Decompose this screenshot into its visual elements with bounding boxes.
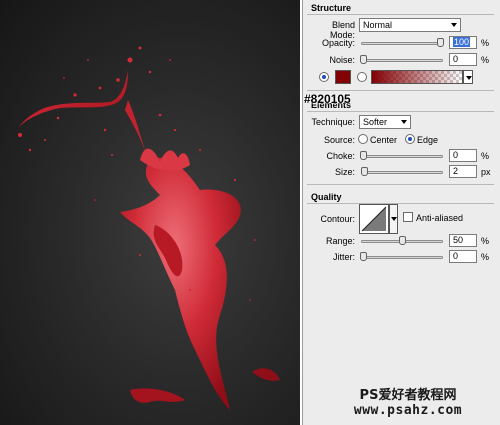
choke-input[interactable]: 0 — [449, 149, 477, 162]
opacity-label: Opacity: — [321, 38, 355, 48]
contour-curve-icon — [361, 206, 387, 232]
source-center-label: Center — [370, 135, 398, 145]
splash-fragment-right — [252, 368, 280, 381]
size-unit: px — [481, 167, 491, 177]
contour-picker-button[interactable] — [389, 204, 398, 234]
anti-aliased-label: Anti-aliased — [416, 213, 464, 223]
gradient-picker-button[interactable] — [463, 70, 473, 84]
section-divider — [307, 184, 494, 185]
choke-unit: % — [481, 151, 490, 161]
noise-label: Noise: — [329, 55, 355, 65]
quality-divider — [307, 203, 494, 204]
technique-dropdown[interactable]: Softer — [359, 115, 411, 129]
size-slider-knob[interactable] — [361, 167, 368, 176]
opacity-unit: % — [481, 38, 490, 48]
gradient-preview[interactable] — [371, 70, 463, 84]
section-divider — [307, 90, 494, 91]
chevron-down-icon — [401, 120, 407, 124]
watermark-line-1: PS爱好者教程网 — [359, 388, 457, 403]
opacity-value: 100 — [453, 37, 471, 47]
anti-aliased-checkbox[interactable] — [403, 212, 413, 222]
source-edge-radio[interactable] — [405, 134, 415, 144]
contour-preview[interactable] — [359, 204, 389, 234]
image-canvas[interactable] — [0, 0, 300, 425]
technique-label: Technique: — [311, 117, 355, 127]
splash-fragment-bottom — [130, 388, 185, 403]
opacity-input[interactable]: 100 — [449, 36, 477, 49]
jitter-unit: % — [481, 252, 490, 262]
blend-mode-value: Normal — [363, 20, 393, 30]
choke-slider-knob[interactable] — [360, 151, 367, 160]
watermark: PS爱好者教程网 www.psahz.com — [318, 384, 498, 418]
color-swatch[interactable] — [335, 70, 351, 84]
jitter-input[interactable]: 0 — [449, 250, 477, 263]
chevron-down-icon — [466, 76, 472, 80]
solid-color-radio[interactable] — [319, 72, 329, 82]
range-input[interactable]: 50 — [449, 234, 477, 247]
range-unit: % — [481, 236, 490, 246]
jitter-slider-track[interactable] — [361, 256, 443, 259]
choke-label: Choke: — [326, 151, 355, 161]
noise-unit: % — [481, 55, 490, 65]
structure-heading: Structure — [311, 3, 352, 13]
color-hex-readout: #820105 — [304, 92, 351, 106]
noise-slider-track[interactable] — [361, 59, 443, 62]
watermark-line-2: www.psahz.com — [353, 403, 463, 418]
gradient-radio[interactable] — [357, 72, 367, 82]
splash-body — [120, 157, 241, 410]
blend-mode-label: Blend Mode: — [329, 20, 355, 40]
noise-input[interactable]: 0 — [449, 53, 477, 66]
size-slider-track[interactable] — [361, 171, 443, 174]
paint-splash-artwork — [18, 46, 280, 410]
source-edge-label: Edge — [417, 135, 439, 145]
blend-mode-dropdown[interactable]: Normal — [359, 18, 461, 32]
opacity-slider-track[interactable] — [361, 42, 443, 45]
jitter-label: Jitter: — [332, 252, 355, 262]
range-label: Range: — [325, 236, 355, 246]
chevron-down-icon — [451, 23, 457, 27]
opacity-slider-knob[interactable] — [437, 38, 444, 47]
size-input[interactable]: 2 — [449, 165, 477, 178]
structure-divider — [307, 14, 494, 15]
contour-label: Contour: — [320, 214, 355, 224]
chevron-down-icon — [391, 217, 397, 221]
elements-divider — [307, 111, 494, 112]
source-label: Source: — [323, 135, 355, 145]
size-label: Size: — [334, 167, 355, 177]
technique-value: Softer — [363, 117, 388, 127]
layer-style-panel: Structure Blend Mode: Normal Opacity: 10… — [302, 0, 500, 425]
choke-slider-track[interactable] — [361, 155, 443, 158]
jitter-slider-knob[interactable] — [360, 252, 367, 261]
quality-heading: Quality — [311, 192, 342, 202]
source-center-radio[interactable] — [358, 134, 368, 144]
splash-tendril-left — [18, 70, 128, 128]
range-slider-knob[interactable] — [399, 236, 406, 245]
noise-slider-knob[interactable] — [360, 55, 367, 64]
